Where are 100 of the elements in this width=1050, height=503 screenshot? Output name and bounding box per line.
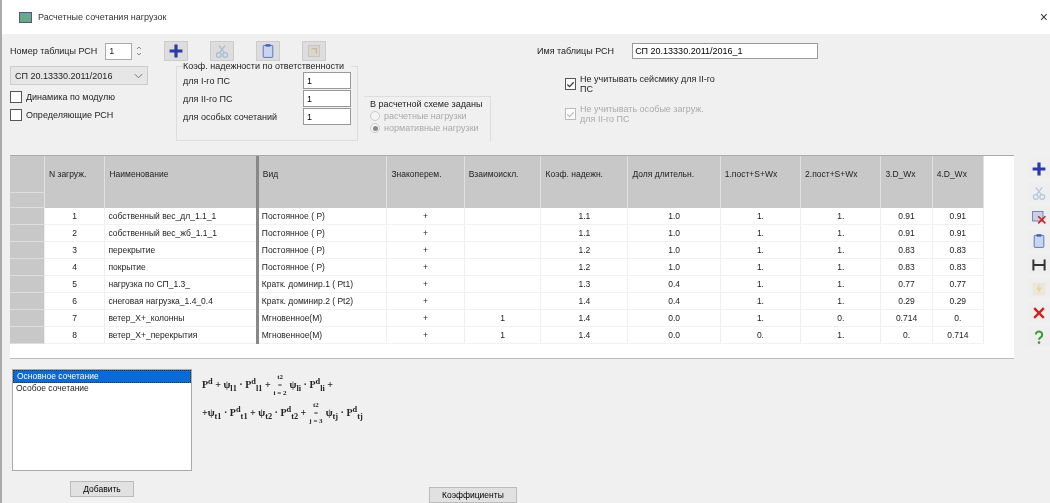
table-cell: + (386, 224, 465, 242)
checkbox[interactable] (10, 109, 22, 121)
formula-text: ψ$_{li}$ · P$^{d}$$_{li}$ + (289, 376, 333, 394)
norm-dropdown[interactable]: СП 20.13330.2011/2016 (10, 66, 148, 85)
table-cell: 1. (800, 207, 881, 225)
clipboard-icon[interactable] (256, 41, 281, 61)
table-cell: 0.714 (880, 309, 933, 327)
table-cell: + (386, 275, 465, 293)
table-cell: снеговая нагрузка_1.4_0.4 (104, 292, 258, 310)
table-cell: 5 (44, 275, 105, 293)
table-cell: 1.2 (541, 241, 628, 259)
window-icon (19, 11, 32, 23)
table-cell: + (386, 207, 465, 225)
table-cell: 1.0 (627, 207, 721, 225)
table-cell: 1 (44, 207, 105, 225)
table-cell: 1.1 (541, 207, 628, 225)
table-cell: + (386, 258, 465, 276)
column-header: 1.пост+S+Wx (720, 156, 801, 193)
column-header: Наименование (104, 156, 258, 193)
table-cell: собственный вес_дл_1.1_1 (104, 207, 258, 225)
table-cell: 3 (44, 241, 105, 259)
input-field[interactable]: 1 (303, 90, 351, 107)
table-cell: Кратк. доминир.2 ( Pt2) (257, 292, 387, 310)
table-cell: Кратк. доминир.1 ( Pt1) (257, 275, 387, 293)
table-cell: 1 (464, 309, 541, 327)
radio-label: нормативные нагрузки (384, 123, 479, 133)
coefficients-button[interactable]: Коэффициенты (429, 487, 517, 503)
table-cell: Постоянное ( P) (257, 207, 387, 225)
table-cell: 0.714 (932, 326, 984, 344)
table-cell: 0.83 (932, 258, 984, 276)
table-cell: 0. (720, 326, 801, 344)
table-cell: 1.2 (541, 258, 628, 276)
checkbox-label: Динамика по модулю (26, 92, 115, 102)
table-cell: 1.0 (627, 258, 721, 276)
table-cell: 0.4 (627, 292, 721, 310)
plus-icon[interactable] (164, 41, 189, 61)
formula-text: P$^{d}$ + ψ$_{l1}$ · P$^{d}$$_{l1}$ + (202, 376, 271, 394)
table-cell: 0.83 (880, 258, 933, 276)
table-cell: 1.4 (541, 309, 628, 327)
checkbox-label: Не учитывать особые загруж. для II-го ПС (580, 104, 705, 124)
input-field[interactable]: 1 (303, 72, 351, 89)
table-cell: 1.1 (541, 224, 628, 242)
table-cell: 1. (800, 275, 881, 293)
table-cell: 0.0 (627, 309, 721, 327)
table-cell: 1. (720, 207, 801, 225)
table-cell: + (386, 326, 465, 344)
table-cell: 1. (720, 292, 801, 310)
list-item[interactable]: Особое сочетание (13, 383, 191, 394)
close-button[interactable]: × (1037, 9, 1050, 25)
table-cell: 1. (720, 241, 801, 259)
table-cell: 2 (44, 224, 105, 242)
table-cell: 7 (44, 309, 105, 327)
table-cell: Постоянное ( P) (257, 258, 387, 276)
table-cell: 1. (800, 258, 881, 276)
table-name-field[interactable]: СП 20.13330.2011/2016_1 (632, 43, 819, 59)
column-header: 3.D_Wx (880, 156, 933, 193)
table-cell: 1. (800, 292, 881, 310)
table-cell: 0. (800, 309, 881, 327)
table-cell: 0.91 (880, 207, 933, 225)
table-cell: 0.91 (932, 224, 984, 242)
table-cell: 1. (800, 326, 881, 344)
column-header: Взаимоискл. (464, 156, 541, 193)
formula-text: +ψ$_{t1}$ · P$^{d}$$_{t1}$ + ψ$_{t2}$ · P$^{d}$$_{t2}$ + (202, 404, 307, 422)
table-cell: 0.77 (932, 275, 984, 293)
table-cell: 0. (932, 309, 984, 327)
column-header: Знакоперем. (386, 156, 465, 193)
table-cell: 0.91 (880, 224, 933, 242)
table-cell: 1. (720, 309, 801, 327)
table-cell: 6 (44, 292, 105, 310)
field-label: для I-го ПС (183, 75, 230, 86)
checkbox-label: Не учитывать сейсмику для II-го ПС (580, 74, 715, 94)
table-cell: 0.83 (932, 241, 984, 259)
column-header: Доля длительн. (627, 156, 721, 193)
table-cell: 0.4 (627, 275, 721, 293)
table-cell: 0.29 (880, 292, 933, 310)
checkbox[interactable] (10, 91, 22, 103)
field-label: для II-го ПС (183, 93, 233, 104)
list-item[interactable]: Основное сочетание (13, 370, 191, 383)
spinner-arrows-icon[interactable] (136, 45, 143, 57)
table-cell: 1 (464, 326, 541, 344)
table-cell: 0.91 (932, 207, 984, 225)
caret-icon (134, 72, 143, 79)
table-cell: + (386, 292, 465, 310)
table-cell: 1.4 (541, 292, 628, 310)
table-cell: 1.0 (627, 241, 721, 259)
input-field[interactable]: 1 (303, 108, 351, 125)
table-cell: 4 (44, 258, 105, 276)
table-cell: покрытие (104, 258, 258, 276)
table-cell: перекрытие (104, 241, 258, 259)
table-cell: 8 (44, 326, 105, 344)
column-header: Вид (257, 156, 387, 193)
checkbox[interactable] (565, 78, 576, 90)
column-header: Коэф. надежн. (541, 156, 628, 193)
table-cell: 0.77 (880, 275, 933, 293)
add-button[interactable]: Добавить (70, 481, 134, 497)
table-cell: Мгновенное(M) (257, 309, 387, 327)
table-cell: Постоянное ( P) (257, 241, 387, 259)
field-label: для особых сочетаний (183, 111, 277, 122)
table-cell: собственный вес_жб_1.1_1 (104, 224, 258, 242)
table-cell: ветер_X+_перекрытия (104, 326, 258, 344)
